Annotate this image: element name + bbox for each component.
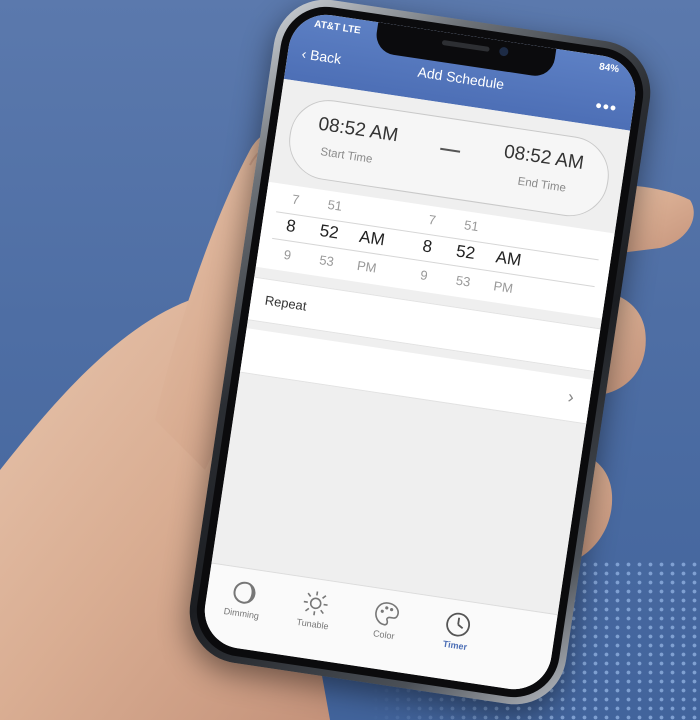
end-hour-above[interactable]: 7 xyxy=(428,212,437,228)
end-ampm-below[interactable]: PM xyxy=(493,278,515,296)
start-hour-selected[interactable]: 8 xyxy=(285,216,297,237)
tab-timer[interactable]: Timer xyxy=(420,606,495,656)
start-ampm-selected[interactable]: AM xyxy=(358,227,386,251)
carrier-status: AT&T LTE xyxy=(313,18,362,37)
start-hour-above[interactable]: 7 xyxy=(291,192,300,208)
speaker-grille xyxy=(441,39,490,52)
start-hour-below[interactable]: 9 xyxy=(283,247,292,263)
schedule-content: 08:52 AM Start Time 08:52 AM End Time 7 … xyxy=(211,78,631,616)
end-minute-above[interactable]: 51 xyxy=(463,217,480,234)
battery-status: 84% xyxy=(598,61,620,76)
tab-color[interactable]: Color xyxy=(348,595,423,645)
end-ampm-selected[interactable]: AM xyxy=(494,247,523,271)
start-ampm-below[interactable]: PM xyxy=(356,258,378,276)
start-minute-above[interactable]: 51 xyxy=(327,197,344,214)
tab-dimming[interactable]: Dimming xyxy=(206,574,281,624)
end-minute-below[interactable]: 53 xyxy=(455,273,472,290)
tab-tunable[interactable]: Tunable xyxy=(277,584,352,634)
repeat-label: Repeat xyxy=(263,292,308,314)
start-time-value[interactable]: 08:52 AM xyxy=(317,114,400,148)
end-hour-below[interactable]: 9 xyxy=(419,267,428,283)
end-time-value[interactable]: 08:52 AM xyxy=(503,141,586,175)
end-hour-selected[interactable]: 8 xyxy=(421,236,433,257)
time-separator xyxy=(440,147,461,153)
chevron-right-icon: › xyxy=(566,386,576,408)
start-time-label: Start Time xyxy=(319,146,374,166)
front-camera xyxy=(498,46,509,57)
start-minute-below[interactable]: 53 xyxy=(318,252,335,269)
start-minute-selected[interactable]: 52 xyxy=(318,221,340,244)
end-minute-selected[interactable]: 52 xyxy=(455,241,477,264)
end-time-label: End Time xyxy=(516,175,567,195)
more-options-button[interactable]: ••• xyxy=(594,95,619,119)
